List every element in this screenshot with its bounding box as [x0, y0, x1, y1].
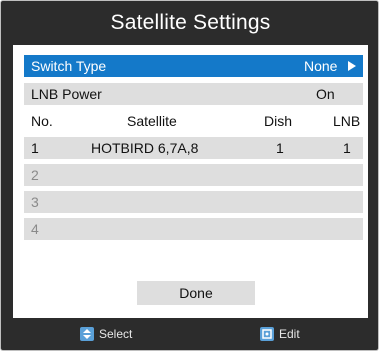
switch-type-value: None	[304, 58, 338, 74]
row-satellite: HOTBIRD 6,7A,8	[91, 140, 199, 156]
table-row[interactable]: 3	[24, 191, 363, 213]
row-number: 1	[31, 140, 39, 156]
column-header-no: No.	[31, 113, 53, 129]
row-number: 4	[31, 221, 39, 237]
table-row[interactable]: 1 HOTBIRD 6,7A,8 1 1	[24, 137, 363, 159]
table-row[interactable]: 4	[24, 218, 363, 240]
edit-label: Edit	[279, 327, 300, 341]
select-arrows-icon	[80, 327, 94, 341]
lnb-power-label: LNB Power	[31, 86, 102, 102]
edit-icon	[260, 327, 274, 341]
page-title: Satellite Settings	[110, 11, 271, 34]
footer-hints: Select Edit	[1, 323, 379, 345]
lnb-power-row[interactable]: LNB Power On	[24, 83, 363, 105]
lnb-power-value: On	[316, 86, 335, 102]
column-header-lnb: LNB	[333, 113, 361, 129]
settings-window: Satellite Settings Switch Type None LNB …	[0, 0, 379, 351]
switch-type-row[interactable]: Switch Type None	[24, 55, 363, 77]
row-number: 3	[31, 194, 39, 210]
switch-type-label: Switch Type	[31, 58, 107, 74]
table-row[interactable]: 2	[24, 164, 363, 186]
chevron-right-icon	[348, 61, 356, 71]
row-dish: 1	[276, 140, 284, 156]
row-number: 2	[31, 167, 39, 183]
select-label: Select	[99, 327, 133, 341]
row-lnb: 1	[343, 140, 351, 156]
settings-panel: Switch Type None LNB Power On No. Satell…	[13, 45, 368, 318]
column-header-dish: Dish	[264, 113, 293, 129]
table-header: No. Satellite Dish LNB	[24, 110, 363, 132]
done-button[interactable]: Done	[137, 281, 255, 305]
column-header-satellite: Satellite	[127, 113, 177, 129]
